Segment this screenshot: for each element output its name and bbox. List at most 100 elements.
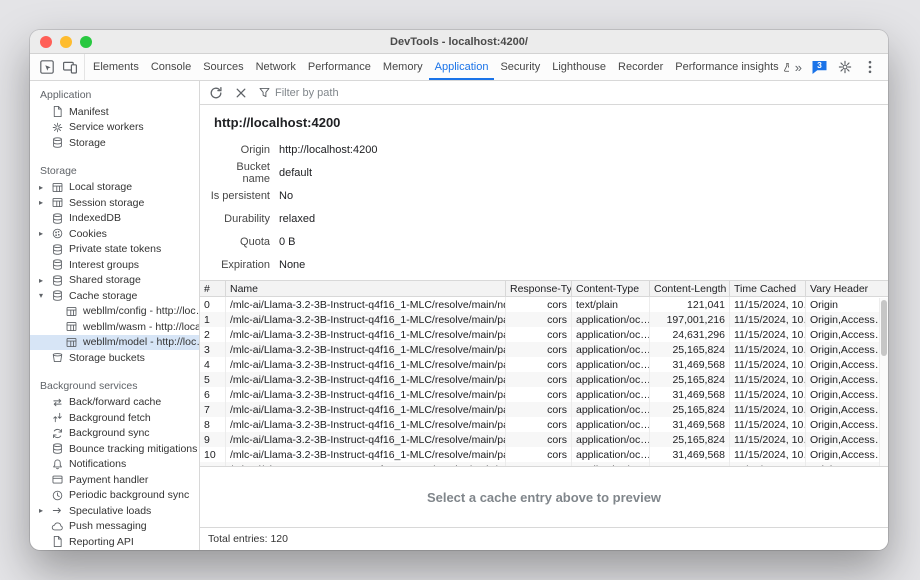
sidebar-item-webllm-config-http-loc[interactable]: webllm/config - http://loc… <box>30 304 199 320</box>
table-row[interactable]: 7/mlc-ai/Llama-3.2-3B-Instruct-q4f16_1-M… <box>200 402 888 417</box>
table-row[interactable]: 3/mlc-ai/Llama-3.2-3B-Instruct-q4f16_1-M… <box>200 342 888 357</box>
tab-lighthouse[interactable]: Lighthouse <box>546 54 612 80</box>
sidebar-item-payment-handler[interactable]: Payment handler <box>30 472 199 488</box>
table-scrollbar[interactable] <box>879 298 888 466</box>
table-row[interactable]: 4/mlc-ai/Llama-3.2-3B-Instruct-q4f16_1-M… <box>200 357 888 372</box>
table-row[interactable]: 10/mlc-ai/Llama-3.2-3B-Instruct-q4f16_1-… <box>200 447 888 462</box>
sidebar-item-speculative-loads[interactable]: ▸Speculative loads <box>30 503 199 519</box>
window-titlebar[interactable]: DevTools - localhost:4200/ <box>30 30 888 54</box>
sidebar-item-background-sync[interactable]: Background sync <box>30 426 199 442</box>
settings-gear-icon[interactable] <box>837 59 853 75</box>
cache-origin-title: http://localhost:4200 <box>214 115 888 130</box>
scrollbar-thumb[interactable] <box>881 300 887 356</box>
sidebar-item-manifest[interactable]: Manifest <box>30 104 199 120</box>
device-toolbar-icon[interactable] <box>62 59 78 75</box>
sidebar-item-push-messaging[interactable]: Push messaging <box>30 519 199 535</box>
sidebar-item-webllm-model-http-loc[interactable]: webllm/model - http://loc… <box>30 335 199 351</box>
expand-arrow-icon[interactable]: ▸ <box>39 198 51 207</box>
sidebar-item-reporting-api[interactable]: Reporting API <box>30 534 199 550</box>
kebab-menu-icon[interactable] <box>862 59 878 75</box>
table-row[interactable]: 6/mlc-ai/Llama-3.2-3B-Instruct-q4f16_1-M… <box>200 387 888 402</box>
table-row[interactable]: 2/mlc-ai/Llama-3.2-3B-Instruct-q4f16_1-M… <box>200 327 888 342</box>
sidebar-item-cache-storage[interactable]: ▾ Cache storage <box>30 288 199 304</box>
sidebar-item-label: Shared storage <box>69 274 141 286</box>
column-header-vary-header[interactable]: Vary Header <box>806 281 888 296</box>
table-row[interactable]: 5/mlc-ai/Llama-3.2-3B-Instruct-q4f16_1-M… <box>200 372 888 387</box>
column-header-content-length[interactable]: Content-Length <box>650 281 730 296</box>
sidebar-item-local-storage[interactable]: ▸ Local storage <box>30 180 199 196</box>
tab-console[interactable]: Console <box>145 54 197 80</box>
tab-network[interactable]: Network <box>250 54 302 80</box>
sidebar-section-title: Storage <box>30 160 199 180</box>
sidebar-item-label: Storage <box>69 137 106 149</box>
close-window-button[interactable] <box>40 36 52 48</box>
table-row[interactable]: 11/mlc-ai/Llama-3.2-3B-Instruct-q4f16_1-… <box>200 462 888 466</box>
cell-content-type: application/oc… <box>572 327 650 342</box>
column-header-time-cached[interactable]: Time Cached <box>730 281 806 296</box>
sidebar-item-label: Background fetch <box>69 412 151 424</box>
messages-count: 3 <box>811 60 828 70</box>
cell-time-cached: 11/15/2024, 10… <box>730 327 806 342</box>
sidebar-item-back-forward-cache[interactable]: Back/forward cache <box>30 395 199 411</box>
sidebar-item-indexeddb[interactable]: IndexedDB <box>30 211 199 227</box>
metadata-row-durability: Durabilityrelaxed <box>208 207 888 230</box>
column-header-content-type[interactable]: Content-Type <box>572 281 650 296</box>
more-tabs-button[interactable]: » <box>795 60 802 75</box>
sidebar-item-notifications[interactable]: Notifications <box>30 457 199 473</box>
sidebar-item-label: Cache storage <box>69 290 137 302</box>
cell-response-type: cors <box>506 357 572 372</box>
tab-label: Console <box>151 61 191 73</box>
field-value: http://localhost:4200 <box>279 144 377 156</box>
refresh-icon[interactable] <box>208 85 224 101</box>
field-value: default <box>279 167 312 179</box>
cell-: 2 <box>200 327 226 342</box>
column-header-name[interactable]: Name <box>226 281 506 296</box>
column-header-response-type[interactable]: Response-Type <box>506 281 572 296</box>
sidebar-item-shared-storage[interactable]: ▸ Shared storage <box>30 273 199 289</box>
minimize-window-button[interactable] <box>60 36 72 48</box>
sidebar-item-webllm-wasm-http-loca[interactable]: webllm/wasm - http://loca… <box>30 319 199 335</box>
cell-vary-header: Origin,Access… <box>806 357 888 372</box>
cell-content-length: 25,165,824 <box>650 372 730 387</box>
tab-security[interactable]: Security <box>494 54 546 80</box>
column-header-[interactable]: # <box>200 281 226 296</box>
messages-badge[interactable]: 3 <box>811 59 828 75</box>
cell-vary-header: Origin,Access… <box>806 447 888 462</box>
tab-elements[interactable]: Elements <box>87 54 145 80</box>
sidebar-section-title: Background services <box>30 375 199 395</box>
sidebar-item-periodic-background-sync[interactable]: Periodic background sync <box>30 488 199 504</box>
tab-recorder[interactable]: Recorder <box>612 54 669 80</box>
tab-performance-insights[interactable]: Performance insights <box>669 54 788 80</box>
sidebar-item-interest-groups[interactable]: Interest groups <box>30 257 199 273</box>
tab-sources[interactable]: Sources <box>197 54 249 80</box>
filter-input[interactable]: Filter by path <box>258 86 339 99</box>
expand-arrow-icon[interactable]: ▸ <box>39 276 51 285</box>
cell-response-type: cors <box>506 312 572 327</box>
sidebar-item-session-storage[interactable]: ▸Session storage <box>30 195 199 211</box>
table-row[interactable]: 0/mlc-ai/Llama-3.2-3B-Instruct-q4f16_1-M… <box>200 297 888 312</box>
tab-application[interactable]: Application <box>429 54 495 80</box>
sidebar-item-label: Local storage <box>69 181 132 193</box>
expand-arrow-icon[interactable]: ▸ <box>39 183 51 192</box>
sidebar-item-private-state-tokens[interactable]: Private state tokens <box>30 242 199 258</box>
cell-: 7 <box>200 402 226 417</box>
expand-arrow-icon[interactable]: ▸ <box>39 506 51 515</box>
expand-arrow-icon[interactable]: ▸ <box>39 229 51 238</box>
expand-arrow-icon[interactable]: ▾ <box>39 291 51 300</box>
sidebar-item-storage[interactable]: Storage <box>30 135 199 151</box>
cell-content-length: 197,001,216 <box>650 312 730 327</box>
sidebar-item-service-workers[interactable]: Service workers <box>30 120 199 136</box>
delete-selected-icon[interactable] <box>233 85 249 101</box>
table-row[interactable]: 8/mlc-ai/Llama-3.2-3B-Instruct-q4f16_1-M… <box>200 417 888 432</box>
sidebar-item-storage-buckets[interactable]: Storage buckets <box>30 350 199 366</box>
table-row[interactable]: 9/mlc-ai/Llama-3.2-3B-Instruct-q4f16_1-M… <box>200 432 888 447</box>
zoom-window-button[interactable] <box>80 36 92 48</box>
table-row[interactable]: 1/mlc-ai/Llama-3.2-3B-Instruct-q4f16_1-M… <box>200 312 888 327</box>
tab-memory[interactable]: Memory <box>377 54 429 80</box>
tab-performance[interactable]: Performance <box>302 54 377 80</box>
sidebar-item-bounce-tracking-mitigations[interactable]: Bounce tracking mitigations <box>30 441 199 457</box>
sidebar-item-cookies[interactable]: ▸Cookies <box>30 226 199 242</box>
sidebar-item-label: Bounce tracking mitigations <box>69 443 197 455</box>
sidebar-item-background-fetch[interactable]: Background fetch <box>30 410 199 426</box>
inspect-element-icon[interactable] <box>39 59 55 75</box>
